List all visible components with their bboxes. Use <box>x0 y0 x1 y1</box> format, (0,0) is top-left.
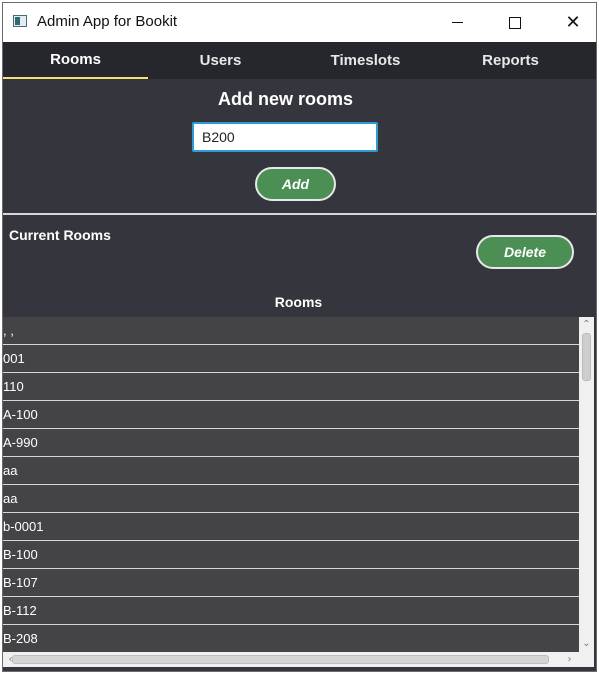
table-row[interactable]: 110 <box>3 373 579 401</box>
minimize-icon <box>451 22 463 23</box>
table-row[interactable]: B-208 <box>3 625 579 652</box>
close-icon: ✕ <box>565 11 581 33</box>
scroll-right-icon[interactable]: › <box>562 653 577 667</box>
vertical-scrollbar[interactable]: ⌃ ⌄ <box>579 317 594 652</box>
table-row[interactable]: aa <box>3 485 579 513</box>
scroll-down-icon[interactable]: ⌄ <box>579 637 594 651</box>
close-button[interactable]: ✕ <box>544 3 596 42</box>
table-row[interactable]: 001 <box>3 345 579 373</box>
vertical-scroll-thumb[interactable] <box>582 333 591 381</box>
add-button[interactable]: Add <box>255 167 336 201</box>
minimize-button[interactable] <box>428 3 486 42</box>
scrollbar-corner <box>579 652 594 667</box>
table-row[interactable]: b-0001 <box>3 513 579 541</box>
table-row[interactable]: B-112 <box>3 597 579 625</box>
app-icon <box>13 15 27 27</box>
horizontal-scroll-thumb[interactable] <box>12 655 549 664</box>
delete-button[interactable]: Delete <box>476 235 574 269</box>
tab-rooms[interactable]: Rooms <box>3 42 148 79</box>
window-title: Admin App for Bookit <box>37 13 178 30</box>
add-rooms-heading: Add new rooms <box>217 89 353 109</box>
current-rooms-label: Current Rooms <box>9 227 111 243</box>
rooms-column-header[interactable]: Rooms <box>3 289 594 315</box>
table-row[interactable]: A-100 <box>3 401 579 429</box>
tab-timeslots[interactable]: Timeslots <box>293 42 438 79</box>
scroll-up-icon[interactable]: ⌃ <box>579 318 594 332</box>
tab-users[interactable]: Users <box>148 42 293 79</box>
app-window: Admin App for Bookit ✕ Rooms Users Times… <box>2 2 597 672</box>
maximize-icon <box>509 16 521 29</box>
tab-bar: Rooms Users Timeslots Reports <box>3 42 596 79</box>
table-row[interactable]: A-990 <box>3 429 579 457</box>
title-bar[interactable]: Admin App for Bookit ✕ <box>3 3 596 42</box>
table-row[interactable]: B-107 <box>3 569 579 597</box>
table-row[interactable]: aa <box>3 457 579 485</box>
table-row[interactable]: , , <box>3 317 579 345</box>
horizontal-scrollbar[interactable]: ‹ › <box>3 652 579 667</box>
rooms-table[interactable]: , , 001 110 A-100 A-990 aa aa b-0001 B-1… <box>3 317 579 652</box>
tab-reports[interactable]: Reports <box>438 42 583 79</box>
room-name-input[interactable] <box>192 122 378 152</box>
maximize-button[interactable] <box>486 3 544 42</box>
section-divider <box>3 213 596 215</box>
table-row[interactable]: B-100 <box>3 541 579 569</box>
